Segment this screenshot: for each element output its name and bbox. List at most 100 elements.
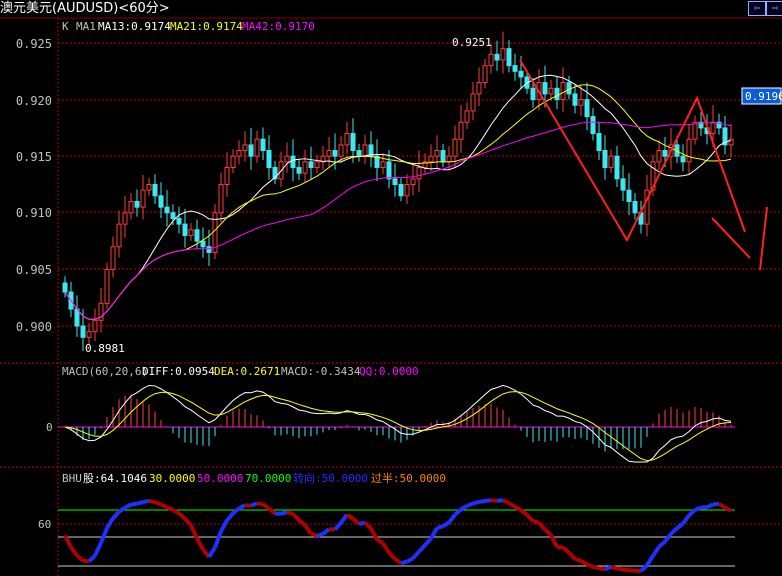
bhu-segment [339,513,349,524]
candle-up [128,200,134,214]
bhu-segment [195,537,205,551]
bhu-segment [496,498,504,503]
candle-up [116,223,122,248]
bhu-segment [291,512,301,522]
bhu-title: BHU [62,472,82,485]
bhu-segment [598,566,606,572]
candle-up [560,82,566,101]
bhu-segment [490,498,498,503]
bhu-segment [219,519,229,533]
trend-line[interactable] [711,217,751,259]
bhu-segment [136,500,144,506]
candle-up [236,150,242,157]
candle-up [314,161,320,169]
candle-up [326,150,332,157]
bhu-gu: 股:64.1046 [83,472,147,485]
bhu-segment [406,556,414,564]
bhu-segment [231,506,241,515]
bhu-50: 50.0000 [197,472,243,485]
bhu-segment [616,566,624,572]
y-tick-label: 0.905 [16,263,52,277]
bhu-tick: 60 [38,518,51,531]
y-tick-label: 0.910 [16,206,52,220]
candle-down [530,87,536,101]
bhu-turn: 转向:50.0000 [293,471,368,485]
macd-zero-tick: 0 [46,421,53,434]
candle-down [62,282,68,293]
bhu-segment [447,513,457,524]
bhu-segment [532,519,540,525]
trend-line[interactable] [759,206,768,271]
candle-up [302,161,308,174]
chart-canvas: K MA1 MA13:0.9174 MA21:0.9174 MA42:0.917… [0,17,782,576]
candle-up [710,121,716,135]
bhu-segment [93,541,103,557]
bhu-segment [130,501,138,507]
candle-down [386,161,392,180]
candle-up [428,155,434,163]
bhu-segment [484,498,492,503]
candle-up [188,229,194,236]
bhu-segment [681,514,691,525]
bhu-segment [610,564,618,571]
bhu-segment [321,527,331,536]
macd-qq: QQ:0.0000 [359,365,419,378]
candle-down [182,223,188,236]
candle-down [164,206,170,214]
candle-down [398,184,404,197]
candle-down [584,99,590,118]
ma42-line [64,121,732,320]
bhu-segment [436,524,444,530]
bhu-segment [459,504,469,512]
candle-up [284,155,290,163]
candle-up [452,138,458,157]
candle-down [170,212,176,219]
bhu-segment [142,498,150,505]
candle-up [488,53,494,67]
bhu-segment [574,557,582,563]
legend-ma42: MA42:0.9170 [242,20,315,33]
bhu-segment [669,526,679,536]
candle-up [446,155,452,163]
y-tick-label: 0.920 [16,94,52,108]
candle-up [86,331,92,338]
candle-up [122,212,128,225]
candle-down [200,240,206,248]
bhu-segment [225,511,235,522]
y-tick-label: 0.900 [16,320,52,334]
bhu-segment [303,523,313,535]
bhu-segment [622,567,630,573]
bhu-30: 30.0000 [149,472,195,485]
bhu-half: 过半:50.0000 [371,471,446,485]
bhu-segment [105,517,115,530]
bhu-segment [75,553,85,563]
bhu-segment [148,498,156,505]
legend-ma1: MA1 [76,20,96,33]
candle-down [620,178,626,191]
bhu-segment [579,559,589,567]
bhu-segment [250,501,258,508]
bhu-segment [256,501,264,507]
bhu-segment [694,505,702,512]
candle-up [482,65,488,84]
candle-down [626,189,632,202]
bhu-segment [525,513,535,523]
candle-down [194,229,200,242]
candle-up [362,144,368,157]
candle-up [224,167,230,186]
bhu-segment [99,527,109,544]
candle-down [266,150,272,169]
candle-down [518,70,524,78]
bhu-segment [466,501,474,508]
bhu-segment [69,546,79,557]
bhu-segment [351,517,361,526]
bhu-segment [478,498,486,504]
bhu-segment [724,505,732,513]
bhu-segment [267,507,277,516]
candle-down [680,155,686,163]
candle-up [254,138,260,157]
candle-down [440,150,446,163]
bhu-segment [651,545,661,557]
bhu-segment [238,503,246,511]
legend-ma13: MA13:0.9174 [98,20,171,33]
